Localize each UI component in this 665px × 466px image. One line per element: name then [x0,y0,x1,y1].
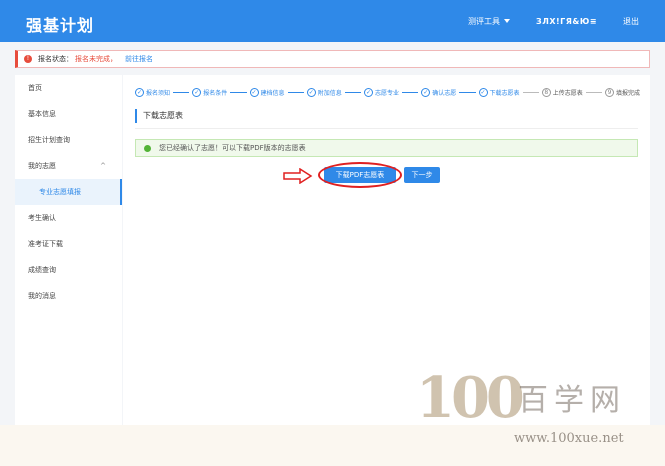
divider [135,128,638,129]
chevron-up-icon: ^ [100,162,106,170]
next-step-button[interactable]: 下一步 [404,167,440,183]
check-icon: ✓ [364,87,373,97]
step-label: 填报完成 [616,89,641,97]
tools-menu-label: 测评工具 [468,16,501,26]
top-nav: 测评工具 ЗЛХ!ГЯ&Ю≡ 退出 [468,0,665,42]
highlight-ring [318,162,402,188]
check-icon: ✓ [478,87,488,97]
step-7: ✓ 下载志愿表 [478,87,520,97]
sidebar-item-basic-info[interactable]: 基本信息 [15,101,122,127]
step-connector [230,91,247,93]
sidebar-item-plan-query[interactable]: 招生计划查询 [15,127,122,153]
watermark-name: 百学网 [518,383,626,418]
step-connector [287,91,304,93]
step-4: ✓ 附加信息 [306,87,342,97]
progress-steps: ✓ 报名须知 ✓ 报名条件 ✓ 建档信息 ✓ 附加信息 ✓ 志愿专业 ✓ 确认志愿 ✓ 下载志… [135,85,640,99]
step-label: 确认志愿 [432,89,457,97]
page-title: 下载志愿表 [135,109,183,123]
step-number: 9 [605,87,614,97]
step-label: 附加信息 [317,89,342,97]
step-3: ✓ 建档信息 [249,87,285,97]
status-label: 报名状态： [38,55,73,63]
sidebar-item-candidate-confirm[interactable]: 考生确认 [15,205,122,231]
check-icon: ✓ [249,87,259,97]
status-value: 报名未完成， [75,55,117,63]
step-connector [344,91,361,93]
step-8: 8 上传志愿表 [541,87,583,97]
sidebar-item-admission-ticket[interactable]: 准考证下载 [15,231,122,257]
notice-text: 您已经确认了志愿！可以下载PDF版本的志愿表 [159,144,306,152]
go-register-link[interactable]: 前往报名 [125,54,153,64]
step-connector [522,91,539,93]
sidebar-item-label: 我的志愿 [28,162,56,170]
logout-link[interactable]: 退出 [623,16,639,27]
tools-menu[interactable]: 测评工具 [468,16,511,27]
sidebar-item-my-volunteer[interactable]: 我的志愿 ^ [15,153,122,179]
step-label: 下载志愿表 [489,89,520,97]
step-label: 报名须知 [146,89,171,97]
step-label: 志愿专业 [375,89,400,97]
check-icon: ✓ [192,87,202,97]
watermark-url: www.100xue.net [514,431,624,446]
step-6: ✓ 确认志愿 [421,87,457,97]
step-connector [173,91,190,93]
sidebar-item-score-query[interactable]: 成绩查询 [15,257,122,283]
brand-logo: 强基计划 [26,16,95,35]
step-label: 报名条件 [203,89,228,97]
step-connector [585,91,602,93]
step-1: ✓ 报名须知 [135,87,171,97]
sidebar-item-my-messages[interactable]: 我的消息 [15,283,122,309]
registration-status-bar: ! 报名状态： 报名未完成， 前往报名 [15,50,650,68]
check-icon: ✓ [421,87,431,97]
step-label: 建档信息 [260,89,285,97]
step-number: 8 [541,87,551,97]
check-icon: ✓ [135,87,144,97]
success-notice: 您已经确认了志愿！可以下载PDF版本的志愿表 [135,139,638,157]
sidebar-item-major-volunteer[interactable]: 专业志愿填报 [15,179,122,205]
step-label: 上传志愿表 [552,89,583,97]
step-connector [459,91,476,93]
user-name[interactable]: ЗЛХ!ГЯ&Ю≡ [536,17,597,26]
watermark: 100 百学网 www.100xue.net [408,365,658,455]
check-icon: ✓ [306,87,316,97]
arrow-right-icon [283,168,313,184]
watermark-number: 100 [416,365,525,431]
step-connector [402,91,419,93]
success-icon [144,144,151,152]
step-9: 9 填报完成 [605,87,641,97]
step-5: ✓ 志愿专业 [364,87,400,97]
top-bar: 强基计划 测评工具 ЗЛХ!ГЯ&Ю≡ 退出 [0,0,665,42]
chevron-down-icon [504,19,511,23]
alert-icon: ! [24,55,32,63]
step-2: ✓ 报名条件 [192,87,228,97]
sidebar-item-home[interactable]: 首页 [15,75,122,101]
sidebar: 首页 基本信息 招生计划查询 我的志愿 ^ 专业志愿填报 考生确认 准考证下载 … [15,75,122,425]
